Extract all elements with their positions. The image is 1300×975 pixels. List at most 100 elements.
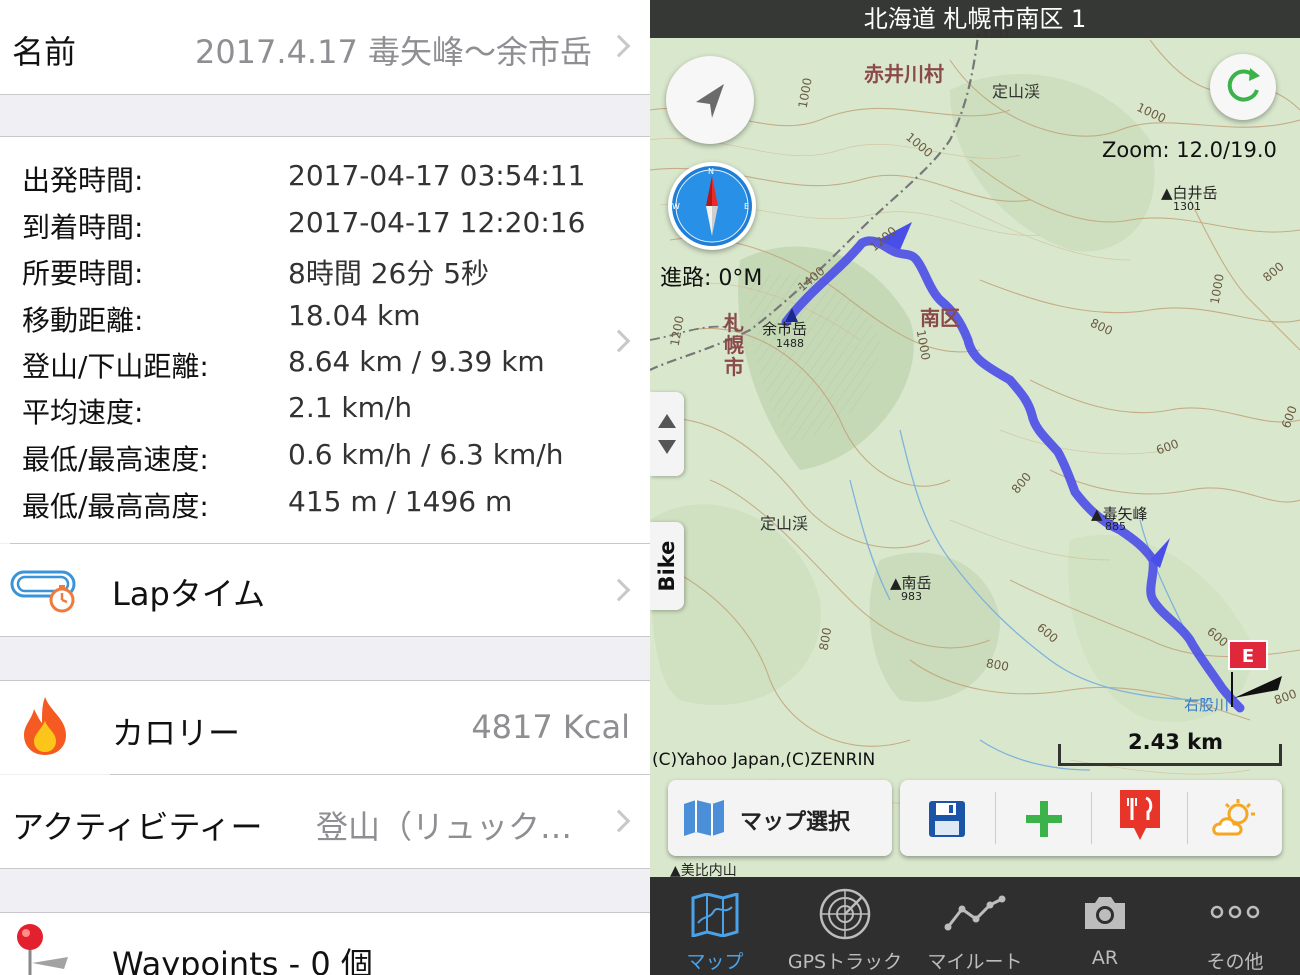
waypoints-label: Waypoints - 0 個 (112, 945, 373, 975)
calorie-value: 4817 Kcal (471, 708, 630, 746)
svg-text:E: E (744, 202, 749, 211)
elevation-label: 885 (1105, 520, 1126, 533)
tab-map[interactable]: マップ (650, 877, 780, 975)
compass-button[interactable]: N E W (668, 162, 756, 250)
stat-value-altitude-range: 415 m / 1496 m (288, 485, 513, 518)
name-label: 名前 (12, 33, 77, 71)
map-icon (691, 893, 739, 937)
chevron-right-icon (607, 34, 631, 58)
heading-readout: 進路: 0°M (660, 266, 763, 291)
stat-label-speed-range: 最低/最高速度: (22, 443, 209, 476)
stat-label-distance: 移動距離: (22, 304, 144, 337)
camera-icon (1085, 897, 1125, 929)
route-icon (944, 895, 1006, 931)
svg-text:W: W (672, 202, 680, 211)
map-action-toolbar (900, 780, 1282, 856)
map-copyright: (C)Yahoo Japan,(C)ZENRIN (652, 750, 876, 770)
place-label-akaigawa: 赤井川村 (864, 62, 944, 86)
restaurant-pin-icon (1120, 790, 1160, 840)
activity-label: アクティビティー (12, 808, 263, 846)
elevation-label: 1488 (776, 337, 804, 350)
stat-label-departure: 出発時間: (22, 164, 144, 197)
map-select-button[interactable]: マップ選択 (668, 780, 892, 856)
map-view[interactable]: 北海道 札幌市南区 1 赤井川村 定山渓 1281 ▲白井岳 1301 余市岳 … (650, 0, 1300, 975)
tab-more[interactable]: その他 (1170, 877, 1300, 975)
plus-icon (1026, 801, 1062, 837)
scale-bar (1058, 744, 1282, 766)
tab-more-label: その他 (1206, 951, 1264, 973)
calorie-label: カロリー (112, 714, 241, 752)
name-row[interactable]: 名前 2017.4.17 毒矢峰〜余市岳 (0, 0, 650, 94)
weather-icon (1212, 799, 1255, 836)
bike-mode-label: Bike (655, 540, 679, 592)
activity-row[interactable]: アクティビティー 登山（リュック… (0, 775, 650, 868)
lap-time-row[interactable]: Lapタイム (0, 544, 650, 636)
chevron-right-icon (607, 809, 631, 833)
divider (0, 636, 650, 637)
elevation-label: 983 (901, 590, 922, 603)
chevron-right-icon (607, 329, 631, 353)
flame-icon (24, 697, 66, 755)
waypoints-row[interactable]: Waypoints - 0 個 (0, 913, 650, 975)
stat-value-updown-distance: 8.64 km / 9.39 km (288, 345, 545, 378)
current-location-button[interactable] (666, 56, 754, 144)
weather-button[interactable] (1188, 780, 1282, 856)
stat-label-updown-distance: 登山/下山距離: (22, 350, 209, 383)
tab-gps-track-label: GPSトラック (787, 951, 903, 973)
place-label-sapporo: 札幌市 (724, 311, 744, 379)
map-location-title: 北海道 札幌市南区 1 (650, 0, 1300, 38)
more-icon (1210, 905, 1260, 919)
stat-value-departure: 2017-04-17 03:54:11 (288, 159, 586, 192)
stat-label-avg-speed: 平均速度: (22, 396, 144, 429)
map-layer-scroller[interactable] (650, 392, 684, 476)
place-label-matakawa: 右股川 (1184, 696, 1230, 714)
bike-mode-tab[interactable]: Bike (650, 522, 684, 610)
stopwatch-icon (10, 570, 76, 613)
map-icon (684, 800, 724, 836)
stat-label-duration: 所要時間: (22, 257, 144, 290)
compass-icon: N E W (672, 166, 752, 246)
restaurant-button[interactable] (1092, 780, 1187, 856)
tab-gps-track[interactable]: GPSトラック (780, 877, 910, 975)
zoom-readout: Zoom: 12.0/19.0 (1102, 138, 1277, 162)
elevation-label: 1281 (982, 28, 1010, 41)
divider (0, 868, 650, 869)
place-label-jozankei: 定山渓 (760, 514, 809, 533)
svg-text:N: N (708, 167, 714, 176)
lap-time-label: Lapタイム (112, 575, 266, 613)
tab-ar[interactable]: AR (1040, 877, 1170, 975)
divider (0, 94, 650, 95)
place-label-jozankei-top: 定山渓 (992, 82, 1041, 101)
tab-my-route[interactable]: マイルート (910, 877, 1040, 975)
bottom-tab-bar: マップ GPSトラック マイルート AR その他 (650, 877, 1300, 975)
stat-label-arrival: 到着時間: (22, 211, 144, 244)
place-label-minamiku: 南区 (920, 306, 960, 330)
stat-label-altitude-range: 最低/最高高度: (22, 490, 209, 523)
radar-icon (819, 888, 871, 940)
stat-value-avg-speed: 2.1 km/h (288, 391, 413, 424)
place-label-yoichidake: 余市岳 (762, 320, 808, 338)
stats-row[interactable]: 出発時間: 2017-04-17 03:54:11 到着時間: 2017-04-… (0, 137, 650, 543)
end-flag[interactable]: E (1228, 640, 1268, 670)
calorie-row: カロリー 4817 Kcal (0, 681, 650, 774)
name-value: 2017.4.17 毒矢峰〜余市岳 (194, 33, 592, 71)
pin-icon (17, 924, 68, 975)
tab-map-label: マップ (686, 951, 744, 973)
refresh-icon (1227, 68, 1260, 102)
stat-value-speed-range: 0.6 km/h / 6.3 km/h (288, 438, 564, 471)
location-arrow-icon (696, 84, 724, 118)
stat-value-distance: 18.04 km (288, 299, 421, 332)
chevron-right-icon (607, 578, 631, 602)
elevation-label: 1301 (1173, 200, 1201, 213)
map-select-label: マップ選択 (740, 810, 851, 835)
tab-my-route-label: マイルート (927, 951, 1023, 973)
floppy-disk-icon (929, 801, 965, 837)
stat-value-arrival: 2017-04-17 12:20:16 (288, 206, 586, 239)
activity-value: 登山（リュック… (316, 808, 573, 846)
refresh-button[interactable] (1210, 54, 1276, 120)
add-button[interactable] (996, 780, 1091, 856)
tab-ar-label: AR (1091, 947, 1119, 969)
track-detail-panel: 名前 2017.4.17 毒矢峰〜余市岳 出発時間: 2017-04-17 03… (0, 0, 650, 975)
save-button[interactable] (900, 780, 995, 856)
up-down-arrows-icon (658, 414, 676, 454)
